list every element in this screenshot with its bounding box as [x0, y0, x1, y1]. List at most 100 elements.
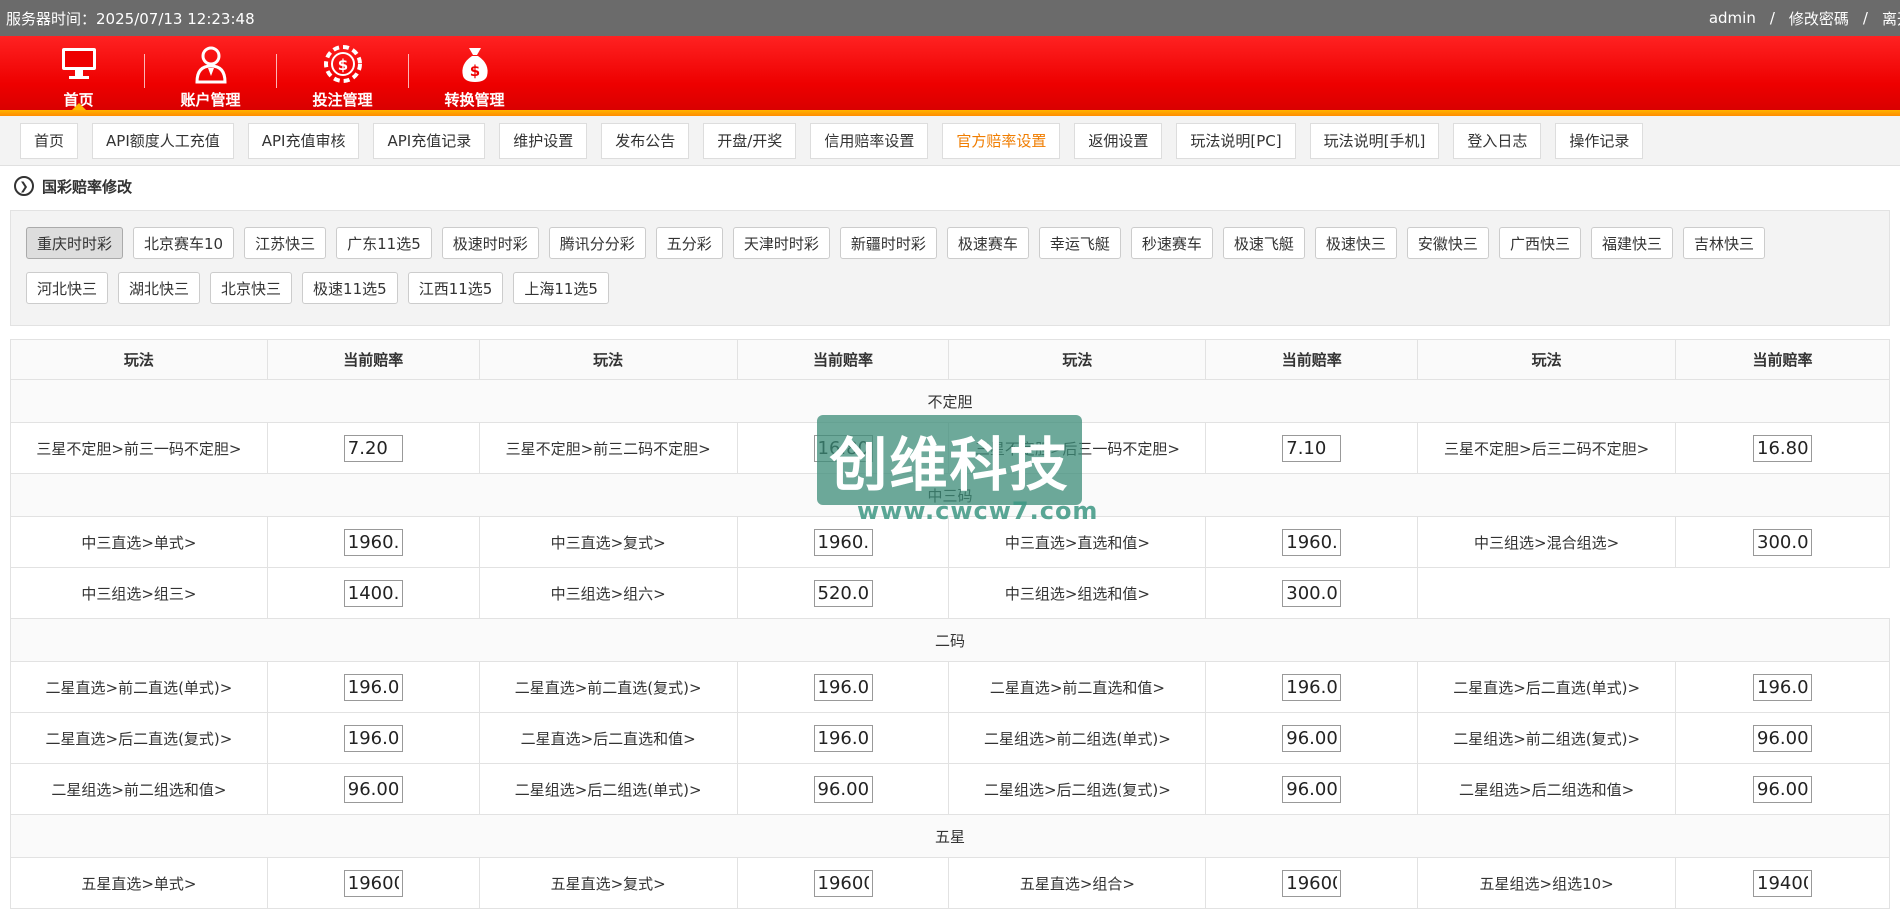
odds-input[interactable]: [813, 673, 873, 701]
chip-icon: $: [323, 45, 362, 83]
tab-item[interactable]: API充值记录: [373, 122, 486, 159]
logout-link[interactable]: 离开: [1882, 8, 1900, 29]
odds-input[interactable]: [343, 528, 403, 556]
play-name: 中三直选>直选和值>: [948, 516, 1207, 568]
tab-item[interactable]: 官方赔率设置: [942, 122, 1061, 159]
nav-item-accounts[interactable]: 账户管理: [145, 36, 276, 110]
odds-input[interactable]: [1282, 775, 1342, 803]
odds-cell: [1205, 857, 1419, 909]
lottery-button[interactable]: 秒速赛车: [1130, 227, 1213, 259]
lottery-button[interactable]: 河北快三: [26, 272, 109, 304]
lottery-button[interactable]: 上海11选5: [513, 272, 609, 304]
lottery-button[interactable]: 极速时时彩: [441, 227, 539, 259]
tab-item[interactable]: 维护设置: [499, 122, 588, 159]
change-password-link[interactable]: 修改密碼: [1789, 8, 1849, 29]
odds-cell: [1675, 763, 1890, 815]
username[interactable]: admin: [1709, 9, 1756, 27]
tab-item[interactable]: 返佣设置: [1074, 122, 1163, 159]
play-name: 中三组选>混合组选>: [1417, 516, 1677, 568]
odds-input[interactable]: [1753, 528, 1813, 556]
odds-cell: [1205, 712, 1419, 764]
odds-input[interactable]: [1753, 869, 1813, 897]
odds-cell: [736, 712, 950, 764]
play-name: 中三直选>单式>: [10, 516, 268, 568]
section-title: ❯ 国彩赔率修改: [0, 166, 1900, 206]
odds-input[interactable]: [1282, 869, 1342, 897]
lottery-button[interactable]: 江苏快三: [244, 227, 327, 259]
tab-item[interactable]: 发布公告: [601, 122, 690, 159]
lottery-button[interactable]: 北京赛车10: [133, 227, 235, 259]
tab-item[interactable]: 操作记录: [1555, 122, 1644, 159]
tab-item[interactable]: 玩法说明[PC]: [1176, 122, 1296, 159]
lottery-button[interactable]: 北京快三: [210, 272, 293, 304]
tab-item[interactable]: API额度人工充值: [92, 122, 234, 159]
odds-cell: [1675, 712, 1890, 764]
group-title: 中三码: [10, 473, 1890, 517]
odds-input[interactable]: [343, 724, 403, 752]
odds-input[interactable]: [1282, 579, 1342, 607]
odds-input[interactable]: [1753, 724, 1813, 752]
tab-item[interactable]: 首页: [20, 122, 79, 159]
odds-input[interactable]: [1753, 775, 1813, 803]
lottery-button[interactable]: 幸运飞艇: [1038, 227, 1121, 259]
table-row: 五星直选>单式> 五星直选>复式> 五星直选>组合> 五星组选>组选10>: [10, 857, 1890, 909]
lottery-button[interactable]: 江西11选5: [407, 272, 504, 304]
empty-cell: [1417, 567, 1890, 619]
money-bag-icon: $: [461, 48, 488, 82]
lottery-button[interactable]: 五分彩: [655, 227, 723, 259]
tab-item[interactable]: 登入日志: [1453, 122, 1542, 159]
nav-item-home[interactable]: 首页: [13, 36, 144, 110]
odds-input[interactable]: [813, 579, 873, 607]
active-caret: [71, 103, 86, 110]
tab-item[interactable]: 开盘/开奖: [703, 122, 797, 159]
odds-cell: [1205, 661, 1419, 713]
play-name: 二星组选>后二组选(单式)>: [478, 763, 738, 815]
lottery-button[interactable]: 极速赛车: [946, 227, 1029, 259]
odds-input[interactable]: [813, 724, 873, 752]
odds-input[interactable]: [1753, 673, 1813, 701]
odds-input[interactable]: [1753, 434, 1813, 462]
play-name: 二星直选>后二直选(单式)>: [1417, 661, 1677, 713]
odds-input[interactable]: [1282, 673, 1342, 701]
tab-item[interactable]: API充值审核: [247, 122, 360, 159]
lottery-button[interactable]: 重庆时时彩: [26, 227, 124, 259]
lottery-button[interactable]: 安徽快三: [1406, 227, 1489, 259]
odds-input[interactable]: [813, 434, 873, 462]
column-header: 玩法: [10, 339, 268, 380]
table-row: 中三组选>组三> 中三组选>组六> 中三组选>组选和值>: [10, 567, 1890, 619]
tab-item[interactable]: 玩法说明[手机]: [1309, 122, 1440, 159]
odds-input[interactable]: [343, 579, 403, 607]
odds-cell: [1205, 763, 1419, 815]
nav-item-bets[interactable]: $ 投注管理: [277, 36, 408, 110]
group-row: 二码: [10, 618, 1890, 662]
lottery-button[interactable]: 天津时时彩: [732, 227, 830, 259]
odds-input[interactable]: [343, 673, 403, 701]
odds-input[interactable]: [1282, 724, 1342, 752]
odds-input[interactable]: [343, 775, 403, 803]
lottery-button[interactable]: 广东11选5: [336, 227, 432, 259]
section-title-text: 国彩赔率修改: [42, 177, 133, 196]
lottery-button[interactable]: 湖北快三: [118, 272, 201, 304]
lottery-button[interactable]: 腾讯分分彩: [548, 227, 646, 259]
odds-input[interactable]: [1282, 434, 1342, 462]
lottery-button[interactable]: 福建快三: [1590, 227, 1673, 259]
odds-input[interactable]: [813, 869, 873, 897]
table-header-row: 玩法 当前赔率 玩法 当前赔率 玩法 当前赔率 玩法 当前赔率: [10, 339, 1890, 380]
lottery-button[interactable]: 广西快三: [1498, 227, 1581, 259]
odds-input[interactable]: [813, 528, 873, 556]
odds-input[interactable]: [343, 869, 403, 897]
table-row: 二星直选>后二直选(复式)> 二星直选>后二直选和值> 二星组选>前二组选(单式)>…: [10, 712, 1890, 764]
tab-item[interactable]: 信用赔率设置: [810, 122, 929, 159]
nav-item-transfer[interactable]: $ 转换管理: [409, 36, 540, 110]
nav-label: 转换管理: [444, 91, 505, 109]
lottery-button[interactable]: 吉林快三: [1682, 227, 1765, 259]
odds-input[interactable]: [813, 775, 873, 803]
odds-input[interactable]: [343, 434, 403, 462]
lottery-button[interactable]: 极速飞艇: [1222, 227, 1305, 259]
group-title: 不定胆: [10, 379, 1890, 423]
lottery-button[interactable]: 新疆时时彩: [839, 227, 937, 259]
play-name: 二星直选>后二直选(复式)>: [10, 712, 268, 764]
odds-input[interactable]: [1282, 528, 1342, 556]
lottery-button[interactable]: 极速快三: [1314, 227, 1397, 259]
lottery-button[interactable]: 极速11选5: [302, 272, 398, 304]
